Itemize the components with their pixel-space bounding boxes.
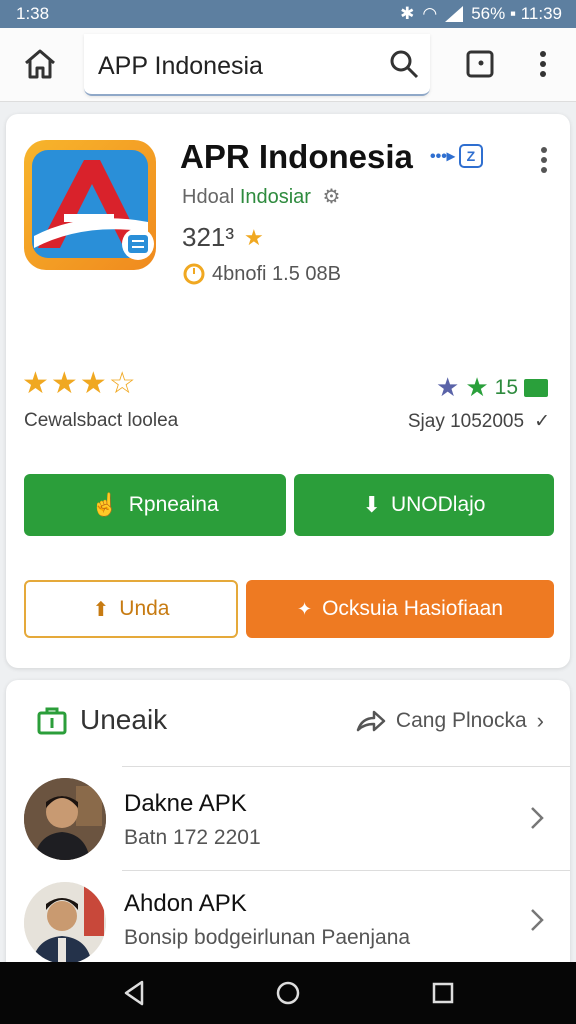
- release-date: Sjay 1052005 ✓: [408, 410, 550, 433]
- search-input[interactable]: APP Indonesia: [98, 52, 263, 81]
- version-row: 321³ ★: [182, 222, 264, 253]
- check-icon: ✓: [534, 411, 550, 432]
- bag-icon: [37, 707, 67, 735]
- avatar: [24, 778, 106, 860]
- divider: [122, 766, 570, 767]
- avatar: [24, 882, 106, 964]
- see-more-label: Cang Plnocka: [395, 709, 527, 732]
- search-icon[interactable]: [388, 48, 420, 80]
- browser-toolbar: APP Indonesia: [0, 28, 576, 102]
- download-icon: ⬇: [362, 492, 381, 517]
- version-text: 321³: [182, 222, 235, 252]
- developer-name[interactable]: Indosiar: [240, 186, 311, 208]
- status-indicators: ✱ ◠ 56% ▪ 11:39: [400, 4, 562, 24]
- item-title: Dakne APK: [124, 790, 247, 817]
- review-count: 15: [494, 375, 518, 399]
- item-title: Ahdon APK: [124, 890, 247, 917]
- tabs-icon[interactable]: [464, 48, 496, 80]
- list-item[interactable]: Dakne APK Batn 172 2201: [6, 766, 570, 870]
- star-icon: ★: [436, 372, 460, 402]
- star-icon: ★: [50, 367, 78, 400]
- download-label: UNODlajo: [390, 493, 486, 516]
- gear-icon: ⚙: [322, 186, 341, 208]
- badge-text: •••▸: [430, 148, 455, 165]
- star-icon: ★: [79, 367, 107, 400]
- system-nav-bar: [0, 962, 576, 1024]
- chevron-right-icon: [531, 807, 544, 829]
- upload-icon: ⬆: [92, 598, 110, 621]
- date-text: Sjay 1052005: [407, 410, 525, 432]
- size-text: 4bnofi 1.5 08B: [212, 262, 341, 285]
- star-icon: ★: [465, 372, 489, 402]
- star-icon: ★: [22, 367, 49, 400]
- search-field[interactable]: APP Indonesia: [84, 34, 430, 96]
- star-outline-icon: ☆: [108, 367, 136, 400]
- signal-icon: [445, 6, 464, 22]
- home-nav-icon[interactable]: [273, 978, 303, 1008]
- share-arrow-icon: [356, 710, 386, 732]
- uninstall-label: Unda: [119, 597, 170, 620]
- see-more-link[interactable]: Cang Plnocka ›: [356, 708, 544, 734]
- home-icon[interactable]: [22, 46, 58, 82]
- section-title: Uneaik: [80, 704, 168, 735]
- item-subtitle: Batn 172 2201: [124, 826, 261, 849]
- download-button[interactable]: ⬇ UNODlajo: [294, 474, 554, 536]
- status-bar: 1:38 ✱ ◠ 56% ▪ 11:39: [0, 0, 576, 28]
- open-button[interactable]: ✦ Ocksuia Hasiofiaan: [246, 580, 554, 638]
- developer-row: Hdoal Indosiar ⚙: [182, 184, 340, 209]
- uninstall-button[interactable]: ⬆ Unda: [24, 580, 238, 638]
- status-time: 1:38: [16, 4, 50, 23]
- mail-icon: [524, 378, 548, 397]
- badge-box: Z: [458, 144, 483, 168]
- related-apps-card: Uneaik Cang Plnocka › Dakne APK Batn 172…: [6, 680, 570, 970]
- hand-icon: ☝: [91, 492, 119, 517]
- app-title: APR Indonesia: [180, 138, 413, 175]
- battery-time-text: 56% ▪ 11:39: [471, 4, 562, 23]
- share-icon: ✦: [296, 598, 313, 619]
- overflow-menu-icon[interactable]: [532, 48, 554, 80]
- bluetooth-icon: ✱: [400, 4, 415, 23]
- chevron-right-icon: [531, 909, 544, 931]
- open-label: Ocksuia Hasiofiaan: [322, 597, 503, 620]
- app-detail-card: APR Indonesia •••▸ Z Hdoal Indosiar ⚙ 32…: [6, 114, 570, 668]
- wifi-icon: ◠: [422, 4, 438, 23]
- rating-label: Cewalsbact loolea: [24, 410, 179, 431]
- list-item[interactable]: Ahdon APK Bonsip bodgeirlunan Paenjana: [6, 870, 570, 970]
- install-label: Rpneaina: [128, 493, 219, 516]
- recents-icon[interactable]: [428, 978, 458, 1008]
- review-summary: ★ ★ 15: [436, 372, 548, 403]
- card-menu-icon[interactable]: [536, 146, 552, 174]
- developer-prefix: Hdoal: [182, 186, 240, 208]
- clock-icon: [183, 263, 205, 285]
- verified-badge: •••▸ Z: [430, 144, 483, 168]
- back-icon[interactable]: [120, 978, 150, 1008]
- star-icon: ★: [244, 224, 264, 250]
- item-subtitle: Bonsip bodgeirlunan Paenjana: [124, 926, 411, 949]
- rating-stars[interactable]: ★ ★ ★ ☆: [22, 366, 136, 401]
- size-row: 4bnofi 1.5 08B: [182, 262, 341, 286]
- divider: [122, 870, 570, 871]
- install-button[interactable]: ☝ Rpneaina: [24, 474, 286, 536]
- section-header: Uneaik: [36, 704, 167, 736]
- app-logo-icon: [24, 140, 156, 270]
- chevron-right-icon: ›: [536, 708, 544, 733]
